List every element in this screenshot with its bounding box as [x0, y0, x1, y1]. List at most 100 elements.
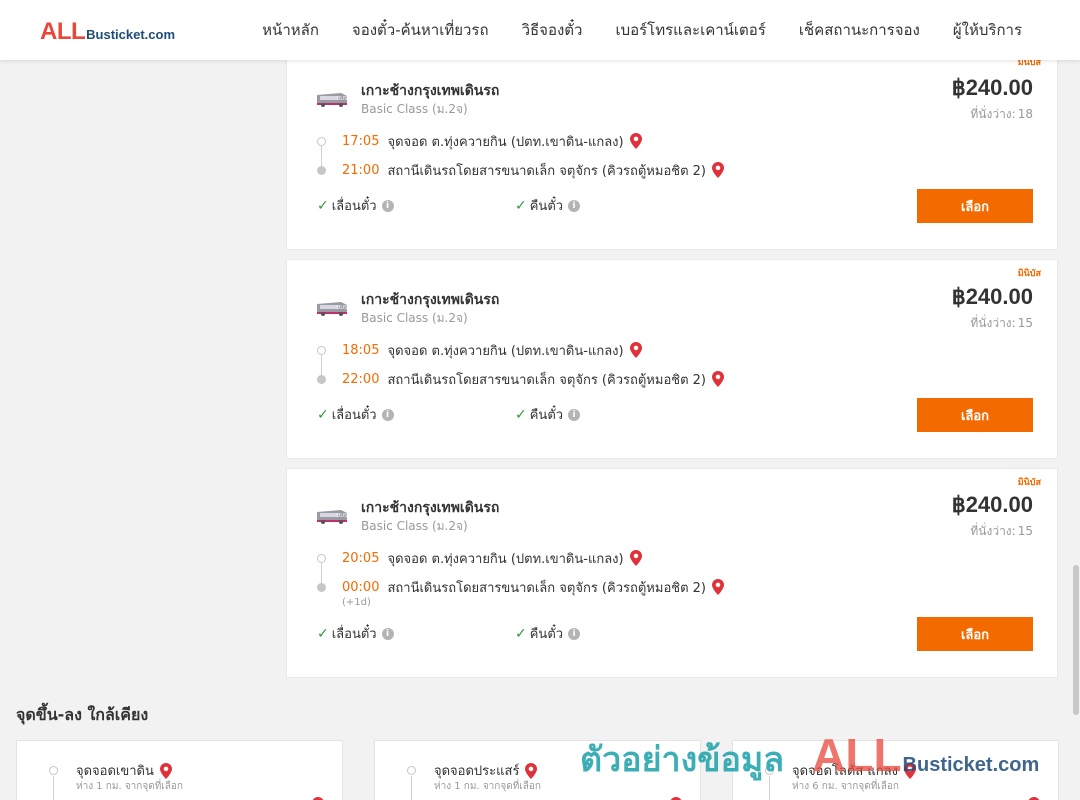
scrollbar-thumb[interactable] — [1073, 565, 1079, 715]
arrival-place: สถานีเดินรถโดยสารขนาดเล็ก จตุจักร (คิวรถ… — [387, 372, 706, 388]
route-name: เกาะช้างกรุงเทพเดินรถ — [361, 500, 500, 516]
site-header: ALL Busticket.com หน้าหลัก จองตั๋ว-ค้นหา… — [0, 0, 1080, 60]
trip-price: ฿240.00 — [951, 284, 1033, 309]
arrival-stop: 00:00 สถานีเดินรถโดยสารขนาดเล็ก จตุจักร … — [317, 577, 724, 597]
vehicle-type-badge: มินิบัส — [1017, 478, 1041, 488]
nav-home[interactable]: หน้าหลัก — [262, 18, 319, 42]
feature-refund-ticket: ✓ คืนตั๋ว i — [515, 195, 581, 216]
nearby-stop-distance: ห่าง 6 กม. จากจุดที่เลือก — [792, 781, 899, 792]
departure-time: 17:05 — [342, 133, 380, 149]
nearby-stop-card[interactable]: จุดจอดโลตัส แกลง ห่าง 6 กม. จากจุดที่เลื… — [732, 740, 1059, 800]
nearby-stop-card[interactable]: จุดจอดประแสร์ ห่าง 1 กม. จากจุดที่เลือก — [374, 740, 701, 800]
nearby-stop-distance: ห่าง 1 กม. จากจุดที่เลือก — [434, 781, 541, 792]
check-icon: ✓ — [317, 406, 329, 423]
feature-label: คืนตั๋ว — [529, 627, 564, 642]
nearby-stop-name: จุดจอดประแสร์ — [434, 760, 538, 781]
vehicle-type-badge: มินิบัส — [1017, 269, 1041, 279]
check-icon: ✓ — [317, 625, 329, 642]
info-icon[interactable]: i — [568, 199, 581, 212]
map-pin-icon[interactable] — [903, 762, 916, 779]
feature-label: เลื่อนตั๋ว — [331, 199, 377, 214]
nav-phone-counter[interactable]: เบอร์โทรและเคาน์เตอร์ — [615, 18, 765, 42]
info-icon[interactable]: i — [568, 627, 581, 640]
nearby-stops-title: จุดขึ้น-ลง ใกล้เคียง — [16, 705, 149, 724]
stop-dot-icon — [765, 766, 774, 775]
map-pin-icon[interactable] — [525, 762, 538, 779]
departure-time: 18:05 — [342, 342, 380, 358]
departure-dot-icon — [317, 553, 326, 563]
departure-stop: 17:05 จุดจอด ต.ทุ่งควายกิน (ปตท.เขาดิน-แ… — [317, 131, 642, 151]
seats-available: ที่นั่งว่าง: 15 — [970, 316, 1033, 330]
seats-available: ที่นั่งว่าง: 18 — [970, 107, 1033, 121]
departure-stop: 18:05 จุดจอด ต.ทุ่งควายกิน (ปตท.เขาดิน-แ… — [317, 340, 642, 360]
departure-dot-icon — [317, 136, 326, 146]
departure-stop: 20:05 จุดจอด ต.ทุ่งควายกิน (ปตท.เขาดิน-แ… — [317, 548, 642, 568]
nav-check-booking[interactable]: เช็คสถานะการจอง — [799, 18, 920, 42]
feature-change-ticket: ✓ เลื่อนตั๋ว i — [317, 195, 394, 216]
map-pin-icon[interactable] — [159, 762, 172, 779]
map-pin-icon[interactable] — [629, 133, 642, 149]
route-line — [411, 776, 412, 800]
logo-all-text: ALL — [40, 18, 86, 45]
feature-change-ticket: ✓ เลื่อนตั๋ว i — [317, 623, 394, 644]
nav-how-to-book[interactable]: วิธีจองตั๋ว — [522, 18, 583, 42]
feature-refund-ticket: ✓ คืนตั๋ว i — [515, 623, 581, 644]
arrival-dot-icon — [317, 582, 326, 592]
arrival-place: สถานีเดินรถโดยสารขนาดเล็ก จตุจักร (คิวรถ… — [387, 163, 706, 179]
svg-text:BUS: BUS — [337, 96, 347, 102]
map-pin-icon[interactable] — [712, 579, 724, 595]
departure-dot-icon — [317, 345, 326, 355]
route-name: เกาะช้างกรุงเทพเดินรถ — [361, 292, 500, 308]
info-icon[interactable]: i — [381, 199, 394, 212]
route-name: เกาะช้างกรุงเทพเดินรถ — [361, 83, 500, 99]
map-pin-icon[interactable] — [712, 162, 724, 178]
route-line — [769, 776, 770, 800]
trip-card: มินิบัส BUS เกาะช้างกรุงเทพเดินรถ Basic … — [286, 259, 1058, 459]
feature-change-ticket: ✓ เลื่อนตั๋ว i — [317, 404, 394, 425]
nearby-stop-card[interactable]: จุดจอดเขาดิน ห่าง 1 กม. จากจุดที่เลือก — [16, 740, 343, 800]
arrival-stop: 22:00 สถานีเดินรถโดยสารขนาดเล็ก จตุจักร … — [317, 369, 724, 389]
bus-class: Basic Class (ม.2จ) — [361, 102, 468, 116]
check-icon: ✓ — [317, 197, 329, 214]
nearby-stop-name: จุดจอดเขาดิน — [76, 760, 172, 781]
select-trip-button[interactable]: เลือก — [917, 398, 1033, 432]
info-icon[interactable]: i — [381, 627, 394, 640]
info-icon[interactable]: i — [568, 408, 581, 421]
route-line — [53, 776, 54, 800]
feature-label: เลื่อนตั๋ว — [331, 627, 377, 642]
select-trip-button[interactable]: เลือก — [917, 189, 1033, 223]
trip-price: ฿240.00 — [951, 492, 1033, 517]
arrival-dot-icon — [317, 374, 326, 384]
nearby-stop-name: จุดจอดโลตัส แกลง — [792, 760, 916, 781]
map-pin-icon[interactable] — [629, 342, 642, 358]
bus-class: Basic Class (ม.2จ) — [361, 519, 468, 533]
arrival-dot-icon — [317, 165, 326, 175]
seats-available: ที่นั่งว่าง: 15 — [970, 524, 1033, 538]
svg-text:BUS: BUS — [337, 513, 347, 519]
arrival-time: 21:00 — [342, 162, 380, 178]
map-pin-icon[interactable] — [629, 550, 642, 566]
map-pin-icon[interactable] — [712, 371, 724, 387]
feature-label: เลื่อนตั๋ว — [331, 408, 377, 423]
check-icon: ✓ — [515, 625, 527, 642]
feature-refund-ticket: ✓ คืนตั๋ว i — [515, 404, 581, 425]
feature-label: คืนตั๋ว — [529, 199, 564, 214]
svg-text:BUS: BUS — [337, 305, 347, 311]
arrival-place: สถานีเดินรถโดยสารขนาดเล็ก จตุจักร (คิวรถ… — [387, 580, 706, 596]
stop-dot-icon — [407, 766, 416, 775]
arrival-stop: 21:00 สถานีเดินรถโดยสารขนาดเล็ก จตุจักร … — [317, 160, 724, 180]
check-icon: ✓ — [515, 197, 527, 214]
site-logo[interactable]: ALL Busticket.com — [40, 18, 175, 46]
arrival-time: 00:00 — [342, 579, 380, 595]
info-icon[interactable]: i — [381, 408, 394, 421]
stop-dot-icon — [49, 766, 58, 775]
trip-price: ฿240.00 — [951, 75, 1033, 100]
nav-book-search[interactable]: จองตั๋ว-ค้นหาเที่ยวรถ — [352, 18, 489, 42]
select-trip-button[interactable]: เลือก — [917, 617, 1033, 651]
nav-operators[interactable]: ผู้ให้บริการ — [953, 18, 1022, 42]
feature-label: คืนตั๋ว — [529, 408, 564, 423]
page-scrollbar[interactable] — [1072, 60, 1080, 800]
departure-time: 20:05 — [342, 550, 380, 566]
departure-place: จุดจอด ต.ทุ่งควายกิน (ปตท.เขาดิน-แกลง) — [387, 551, 624, 567]
bus-company-logo-icon: BUS — [317, 302, 347, 316]
